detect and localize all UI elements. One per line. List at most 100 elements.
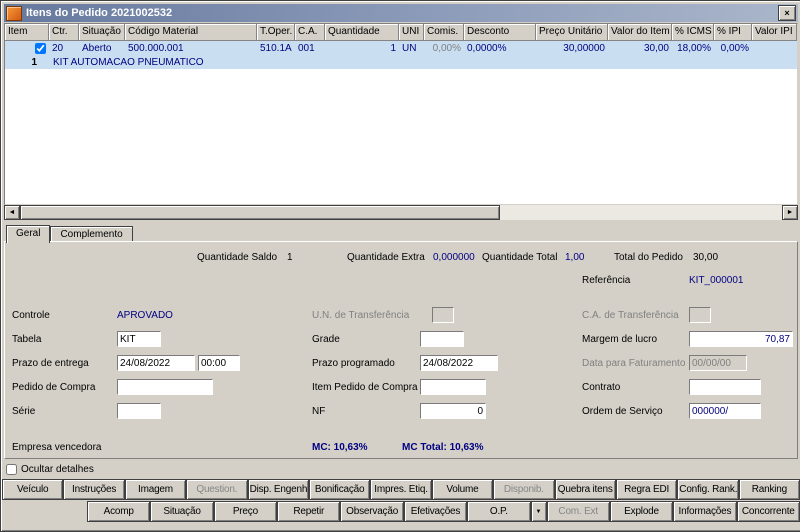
- contrato-input[interactable]: [689, 379, 761, 395]
- explode-button[interactable]: Explode: [610, 501, 673, 522]
- controle-value: APROVADO: [117, 310, 173, 321]
- label-tabela: Tabela: [12, 334, 41, 345]
- column-header-valor-ipi[interactable]: Valor IPI: [752, 24, 797, 41]
- observacao-button[interactable]: Observação: [340, 501, 403, 522]
- cell-uni: UN: [399, 43, 424, 54]
- column-header-quantidade[interactable]: Quantidade: [325, 24, 399, 41]
- serie-input[interactable]: [117, 403, 161, 419]
- column-header-ipi[interactable]: % IPI: [714, 24, 752, 41]
- table-row[interactable]: 20 Aberto 500.000.001 510.1A 001 1 UN 0,…: [5, 41, 797, 69]
- question-button: Question.: [186, 479, 247, 500]
- label-contrato: Contrato: [582, 382, 620, 393]
- column-header-valor-do-item[interactable]: Valor do Item: [608, 24, 672, 41]
- scroll-left-icon: ◄: [9, 209, 16, 216]
- cell-valor-do-item: 30,00: [608, 43, 672, 54]
- grade-input[interactable]: [420, 331, 464, 347]
- column-header-preco-unitario[interactable]: Preço Unitário: [536, 24, 608, 41]
- grid-header: Item Ctr. Situação Código Material T.Ope…: [5, 24, 797, 41]
- quantidade-total-value: 1,00: [565, 252, 584, 263]
- label-serie: Série: [12, 406, 35, 417]
- item-pedido-compra-input[interactable]: [420, 379, 486, 395]
- column-header-item[interactable]: Item: [5, 24, 49, 41]
- label-ca-transferencia: C.A. de Transferência: [582, 310, 679, 321]
- column-header-icms[interactable]: % ICMS: [672, 24, 714, 41]
- column-header-ctr[interactable]: Ctr.: [49, 24, 79, 41]
- label-quantidade-saldo: Quantidade Saldo: [197, 252, 277, 263]
- repetir-button[interactable]: Repetir: [277, 501, 340, 522]
- tab-geral[interactable]: Geral: [6, 225, 50, 243]
- column-header-codigo-material[interactable]: Código Material: [125, 24, 257, 41]
- label-nf: NF: [312, 406, 325, 417]
- close-button[interactable]: ×: [778, 5, 796, 21]
- scroll-track[interactable]: [500, 205, 782, 220]
- tab-complemento[interactable]: Complemento: [50, 226, 132, 241]
- titlebar[interactable]: Itens do Pedido 2021002532 ×: [4, 4, 798, 22]
- regra-edi-button[interactable]: Regra EDI: [616, 479, 677, 500]
- ordem-servico-input[interactable]: [689, 403, 761, 419]
- efetivacoes-button[interactable]: Efetivações: [404, 501, 467, 522]
- disp-engenh-button[interactable]: Disp. Engenh.: [248, 479, 309, 500]
- row-checkbox[interactable]: [35, 43, 46, 54]
- hide-details-checkbox[interactable]: [6, 464, 17, 475]
- column-header-uni[interactable]: UNI: [399, 24, 424, 41]
- cell-desconto: 0,0000%: [464, 43, 536, 54]
- label-prazo-programado: Prazo programado: [312, 358, 395, 369]
- informacoes-button[interactable]: Informações: [673, 501, 736, 522]
- item-number: 1: [5, 57, 49, 68]
- cell-situacao: Aberto: [79, 43, 125, 54]
- app-icon: [6, 6, 22, 21]
- acomp-button[interactable]: Acomp: [87, 501, 150, 522]
- column-header-desconto[interactable]: Desconto: [464, 24, 536, 41]
- label-un-transferencia: U.N. de Transferência: [312, 310, 409, 321]
- label-data-faturamento: Data para Faturamento: [582, 358, 685, 369]
- ranking-button[interactable]: Ranking: [739, 479, 800, 500]
- quantidade-saldo-value: 1: [287, 252, 293, 263]
- instrucoes-button[interactable]: Instruções: [63, 479, 124, 500]
- table-row-line-values: 20 Aberto 500.000.001 510.1A 001 1 UN 0,…: [5, 41, 797, 55]
- quantidade-extra-value: 0,000000: [433, 252, 475, 263]
- concorrente-button[interactable]: Concorrente: [737, 501, 800, 522]
- tabela-input[interactable]: [117, 331, 161, 347]
- label-grade: Grade: [312, 334, 340, 345]
- op-dropdown-button[interactable]: ▼: [531, 501, 547, 522]
- prazo-entrega-date-input[interactable]: [117, 355, 195, 371]
- column-header-ca[interactable]: C.A.: [295, 24, 325, 41]
- button-row-2: Acomp Situação Preço Repetir Observação …: [87, 501, 800, 522]
- quebra-itens-button[interactable]: Quebra itens: [555, 479, 616, 500]
- close-icon: ×: [784, 8, 789, 18]
- label-quantidade-extra: Quantidade Extra: [347, 252, 425, 263]
- column-header-t-oper[interactable]: T.Oper.: [257, 24, 295, 41]
- impres-etiq-button[interactable]: Impres. Etiq.: [370, 479, 431, 500]
- config-rank-button[interactable]: Config. Rank.: [677, 479, 738, 500]
- label-item-pedido-compra: Item Pedido de Compra: [312, 382, 418, 393]
- situacao-button[interactable]: Situação: [150, 501, 213, 522]
- prazo-programado-input[interactable]: [420, 355, 498, 371]
- label-controle: Controle: [12, 310, 50, 321]
- veiculo-button[interactable]: Veículo: [2, 479, 63, 500]
- volume-button[interactable]: Volume: [432, 479, 493, 500]
- imagem-button[interactable]: Imagem: [125, 479, 186, 500]
- hide-details-label: Ocultar detalhes: [21, 464, 94, 475]
- pedido-compra-input[interactable]: [117, 379, 213, 395]
- grid-horizontal-scrollbar[interactable]: ◄ ►: [4, 205, 798, 220]
- mc-total-value: MC Total: 10,63%: [402, 442, 484, 453]
- nf-input[interactable]: [420, 403, 486, 419]
- cell-preco-unitario: 30,00000: [536, 43, 608, 54]
- scroll-left-button[interactable]: ◄: [4, 205, 20, 220]
- scroll-thumb[interactable]: [20, 205, 500, 220]
- preco-button[interactable]: Preço: [214, 501, 277, 522]
- tab-bar: Geral Complemento: [6, 225, 133, 242]
- cell-quantidade: 1: [325, 43, 399, 54]
- label-ordem-servico: Ordem de Serviço: [582, 406, 663, 417]
- column-header-situacao[interactable]: Situação: [79, 24, 125, 41]
- un-transferencia-input: [432, 307, 454, 323]
- tab-panel-geral: Quantidade Saldo 1 Quantidade Extra 0,00…: [4, 241, 798, 459]
- hide-details-row: Ocultar detalhes: [6, 462, 94, 476]
- op-button[interactable]: O.P.: [467, 501, 530, 522]
- bonificacao-button[interactable]: Bonificação: [309, 479, 370, 500]
- column-header-comis[interactable]: Comis.: [424, 24, 464, 41]
- prazo-entrega-time-input[interactable]: [198, 355, 240, 371]
- scroll-right-button[interactable]: ►: [782, 205, 798, 220]
- margem-lucro-input[interactable]: [689, 331, 793, 347]
- label-empresa-vencedora: Empresa vencedora: [12, 442, 102, 453]
